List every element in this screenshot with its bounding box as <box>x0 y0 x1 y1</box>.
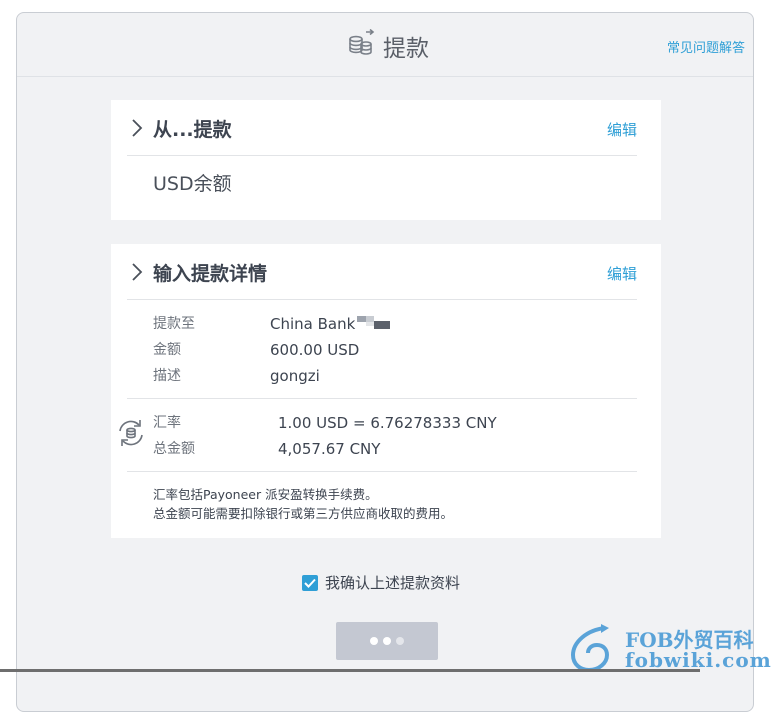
total-amount-value: 4,057.67 CNY <box>278 440 381 458</box>
amount-label: 金额 <box>153 342 181 358</box>
description-value: gongzi <box>270 367 320 385</box>
withdraw-to-label: 提款至 <box>153 316 195 332</box>
loading-dot <box>370 637 378 645</box>
chevron-right-icon <box>131 119 143 141</box>
page-title: 提款 <box>383 36 429 62</box>
total-amount-label: 总金额 <box>153 441 195 457</box>
loading-dot <box>383 637 391 645</box>
edit-from-link[interactable]: 编辑 <box>607 119 637 140</box>
confirm-checkbox[interactable] <box>302 574 318 591</box>
withdraw-from-header[interactable]: 从...提款 编辑 <box>127 100 637 156</box>
withdraw-to-value: China Bank <box>270 315 391 334</box>
divider <box>127 471 637 472</box>
exchange-rate-value: 1.00 USD = 6.76278333 CNY <box>278 414 497 432</box>
edit-details-link[interactable]: 编辑 <box>607 263 637 284</box>
faq-link[interactable]: 常见问题解答 <box>667 37 745 56</box>
loading-dot <box>396 637 404 645</box>
panel-header: 提款 常见问题解答 <box>17 13 753 77</box>
confirm-checkbox-row[interactable]: 我确认上述提款资料 <box>302 572 460 593</box>
check-icon <box>304 578 316 588</box>
confirm-label: 我确认上述提款资料 <box>325 574 461 592</box>
withdraw-details-header[interactable]: 输入提款详情 编辑 <box>127 244 637 300</box>
withdraw-from-card: 从...提款 编辑 USD余额 <box>111 100 661 220</box>
watermark: FOB外贸百科 fobwiki.com <box>567 620 771 675</box>
withdraw-details-title: 输入提款详情 <box>153 263 268 285</box>
bottom-divider <box>0 669 700 672</box>
currency-exchange-icon <box>116 418 146 452</box>
fee-note-line-1: 汇率包括Payoneer 派安盈转换手续费。 <box>153 487 378 502</box>
submit-button-loading[interactable] <box>336 622 438 660</box>
coins-transfer-icon <box>347 28 377 63</box>
source-balance: USD余额 <box>153 173 232 195</box>
bank-name: China Bank <box>270 315 356 333</box>
title-group: 提款 <box>347 28 429 63</box>
fee-note-line-2: 总金额可能需要扣除银行或第三方供应商收取的费用。 <box>153 506 454 521</box>
amount-value: 600.00 USD <box>270 341 360 359</box>
withdraw-from-title: 从...提款 <box>153 119 232 141</box>
withdraw-panel: 提款 常见问题解答 从...提款 编辑 USD余额 输入提款详情 编辑 提款至 … <box>16 12 754 712</box>
masked-account-icon <box>357 316 391 334</box>
fee-note: 汇率包括Payoneer 派安盈转换手续费。 总金额可能需要扣除银行或第三方供应… <box>153 485 453 523</box>
chevron-right-icon <box>131 263 143 285</box>
withdraw-details-card: 输入提款详情 编辑 提款至 China Bank 金额 600.00 USD 描… <box>111 244 661 538</box>
divider <box>127 398 637 399</box>
exchange-rate-label: 汇率 <box>153 415 181 431</box>
description-label: 描述 <box>153 368 181 384</box>
